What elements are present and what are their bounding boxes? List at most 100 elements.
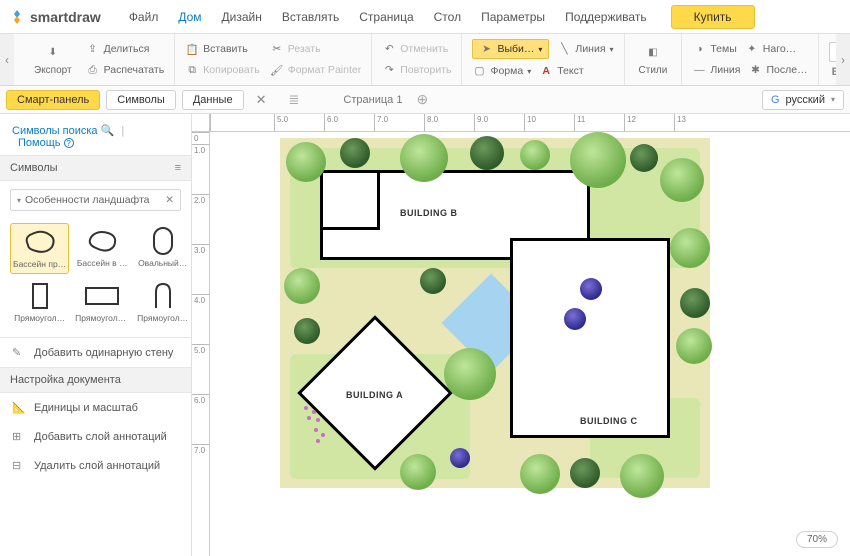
share-label: Делиться <box>104 43 150 55</box>
shape-pool-freeform[interactable]: Бассейн пр… <box>10 223 69 274</box>
shape-label: Форма <box>490 65 523 77</box>
redo-label: Повторить <box>400 64 451 76</box>
language-label: русский <box>786 94 825 106</box>
download-icon: ⬇ <box>44 43 62 61</box>
shape-label: Бассейн пр… <box>13 259 66 269</box>
logo-icon <box>8 8 26 26</box>
export-button[interactable]: ⬇ Экспорт <box>30 41 76 78</box>
effects-button[interactable]: ✱ После… <box>748 61 807 79</box>
close-icon[interactable]: ✕ <box>165 194 174 206</box>
tab-data[interactable]: Данные <box>182 90 244 110</box>
layer-add-icon: ⊞ <box>12 430 26 443</box>
building-c-label: BUILDING C <box>580 416 638 426</box>
buy-button[interactable]: Купить <box>671 5 755 29</box>
list-view-icon[interactable]: ≣ <box>289 92 300 108</box>
line-style-button[interactable]: ―Линия <box>692 61 740 79</box>
print-icon: ⎙ <box>86 63 100 77</box>
menu-page[interactable]: Страница <box>349 10 423 24</box>
add-layer-label: Добавить слой аннотаций <box>34 431 167 443</box>
cut-label: Резать <box>288 43 321 55</box>
shape-label: Прямоугол… <box>14 313 65 323</box>
text-label: Текст <box>557 65 583 77</box>
text-tool[interactable]: AТекст <box>539 62 583 80</box>
menu-home[interactable]: Дом <box>168 10 211 24</box>
menu-options[interactable]: Параметры <box>471 10 555 24</box>
menu-insert[interactable]: Вставлять <box>272 10 349 24</box>
shape-rect-rounded[interactable]: Прямоугол… <box>135 278 190 327</box>
chevron-down-icon: ▾ <box>831 95 835 104</box>
tab-smartpanel[interactable]: Смарт-панель <box>6 90 100 110</box>
line-label: Линия <box>575 43 605 55</box>
symbols-head-label: Символы <box>10 162 58 174</box>
menu-icon[interactable]: ≡ <box>175 162 181 174</box>
zoom-indicator[interactable]: 70% <box>796 531 838 548</box>
building-a-label: BUILDING A <box>346 390 403 400</box>
ribbon-scroll-left[interactable]: ‹ <box>0 34 14 85</box>
shape-rect-2[interactable]: Прямоуголь… <box>73 278 131 327</box>
shape-pool-oval[interactable]: Овальный… <box>135 223 190 274</box>
symbol-category-filter[interactable]: ▾ Особенности ландшафта ✕ <box>10 189 181 211</box>
units-scale-button[interactable]: 📐 Единицы и масштаб <box>0 393 191 422</box>
secondary-tabbar: Смарт-панель Символы Данные ✕ ≣ Страница… <box>0 86 850 114</box>
title-button[interactable]: ✦ Наго… <box>745 40 796 58</box>
add-annotation-layer-button[interactable]: ⊞ Добавить слой аннотаций <box>0 422 191 451</box>
menu-design[interactable]: Дизайн <box>212 10 272 24</box>
units-label: Единицы и масштаб <box>34 402 138 414</box>
select-tool[interactable]: ➤Выби…▾ <box>472 39 549 59</box>
help-link[interactable]: Помощь ? <box>18 137 74 149</box>
paste-button[interactable]: 📋Вставить <box>185 40 260 58</box>
theme-icon: ◑ <box>692 42 706 56</box>
ribbon: ‹ ⬇ Экспорт ⇪ Делиться ⎙Распечатать 📋Вста… <box>0 34 850 86</box>
copy-button[interactable]: ⧉ Копировать <box>185 61 260 79</box>
effects-label: После… <box>766 64 807 76</box>
vertical-ruler: 0 1.0 2.0 3.0 4.0 5.0 6.0 7.0 <box>192 132 210 556</box>
ribbon-scroll-right[interactable]: › <box>836 34 850 85</box>
remove-annotation-layer-button[interactable]: ⊟ Удалить слой аннотаций <box>0 451 191 480</box>
shape-rect-1[interactable]: Прямоугол… <box>10 278 69 327</box>
share-button[interactable]: ⇪ Делиться <box>86 40 165 58</box>
menu-support[interactable]: Поддерживать <box>555 10 657 24</box>
shape-label: Овальный… <box>138 258 187 268</box>
shape-tool[interactable]: ▢Форма▾ <box>472 62 531 80</box>
add-wall-button[interactable]: ✎ Добавить одинарную стену <box>0 338 191 367</box>
format-painter-button[interactable]: 🖌Формат Painter <box>270 61 362 79</box>
copy-label: Копировать <box>203 64 260 76</box>
shape-pool-kidney[interactable]: Бассейн в … <box>73 223 131 274</box>
canvas[interactable]: BUILDING B BUILDING C BUILDING A <box>210 132 850 556</box>
main-area: Символы поиска 🔍 | Помощь ? Символы ≡ ▾ … <box>0 114 850 556</box>
side-links: Символы поиска 🔍 | Помощь ? <box>0 114 191 155</box>
title-icon: ✦ <box>745 42 759 56</box>
logo: smartdraw <box>8 8 101 26</box>
cursor-icon: ➤ <box>479 42 493 56</box>
select-label: Выби… <box>497 43 534 55</box>
print-button[interactable]: ⎙Распечатать <box>86 61 165 79</box>
undo-button[interactable]: ↶Отменить <box>382 40 451 58</box>
chevron-down-icon: ▾ <box>17 196 21 205</box>
redo-button[interactable]: ↷ Повторить <box>382 61 451 79</box>
language-select[interactable]: G русский ▾ <box>762 90 844 110</box>
cut-button[interactable]: ✂Резать <box>270 40 362 58</box>
title-label: Наго… <box>763 43 796 55</box>
search-icon: 🔍 <box>101 125 115 137</box>
page-tab-1[interactable]: Страница 1 <box>343 94 402 106</box>
menu-file[interactable]: Файл <box>119 10 169 24</box>
line2-icon: ― <box>692 63 706 77</box>
help-icon: ? <box>64 138 74 148</box>
close-panel-icon[interactable]: ✕ <box>250 92 273 108</box>
effects-icon: ✱ <box>748 63 762 77</box>
search-symbols-link[interactable]: Символы поиска 🔍 <box>12 125 114 137</box>
redo-icon: ↷ <box>382 63 396 77</box>
drawing-page[interactable]: BUILDING B BUILDING C BUILDING A <box>280 138 710 488</box>
add-page-button[interactable]: ⊕ <box>416 91 428 108</box>
copy-icon: ⧉ <box>185 63 199 77</box>
tab-symbols[interactable]: Символы <box>106 90 176 110</box>
pencil-icon: ✎ <box>12 346 26 359</box>
line-tool[interactable]: ╲Линия▾ <box>557 40 613 58</box>
doc-settings-header: Настройка документа <box>0 367 191 393</box>
export-label: Экспорт <box>34 65 72 76</box>
themes-button[interactable]: ◑Темы <box>692 40 736 58</box>
fp-label: Формат Painter <box>288 64 362 76</box>
share-icon: ⇪ <box>86 42 100 56</box>
styles-button[interactable]: ◧ Стили <box>635 41 672 78</box>
menu-table[interactable]: Стол <box>424 10 471 24</box>
